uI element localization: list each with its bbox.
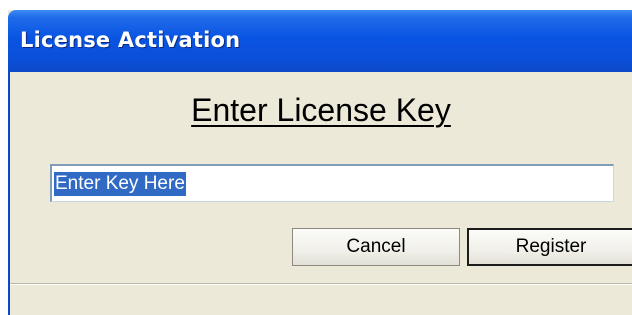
- license-activation-window: License Activation Enter License Key Ent…: [8, 10, 632, 315]
- bottom-divider: [10, 283, 632, 285]
- window-title: License Activation: [20, 28, 241, 52]
- dialog-heading: Enter License Key: [191, 92, 451, 128]
- cancel-button[interactable]: Cancel: [292, 228, 460, 266]
- register-button[interactable]: Register: [467, 228, 632, 266]
- dialog-body: Enter License Key Enter Key Here Cancel …: [8, 72, 632, 315]
- license-key-value: Enter Key Here: [54, 171, 186, 196]
- license-key-input[interactable]: Enter Key Here: [50, 164, 614, 202]
- title-bar[interactable]: License Activation: [8, 10, 632, 72]
